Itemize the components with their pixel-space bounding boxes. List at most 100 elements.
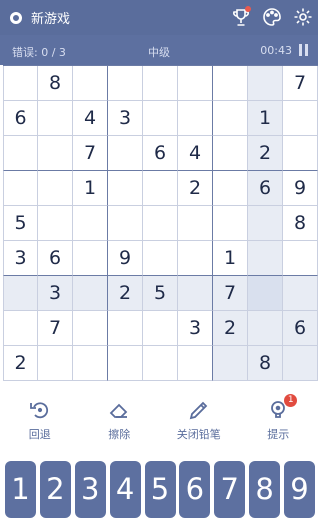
board-cell[interactable] (143, 101, 178, 136)
board-cell[interactable] (213, 136, 248, 171)
board-cell[interactable]: 9 (108, 241, 143, 276)
board-cell[interactable]: 3 (3, 241, 38, 276)
board-cell[interactable] (38, 346, 73, 381)
board-cell[interactable]: 8 (283, 206, 318, 241)
pencil-toggle-button[interactable]: 关闭铅笔 (164, 398, 234, 448)
board-cell[interactable] (143, 241, 178, 276)
gear-icon[interactable] (292, 6, 314, 28)
board-cell[interactable] (248, 311, 283, 346)
board-cell[interactable] (178, 66, 213, 101)
board-cell[interactable]: 3 (38, 276, 73, 311)
board-cell[interactable]: 4 (73, 101, 108, 136)
board-cell[interactable]: 2 (108, 276, 143, 311)
board-cell[interactable] (108, 171, 143, 206)
board-cell[interactable]: 6 (3, 101, 38, 136)
board-cell[interactable]: 3 (178, 311, 213, 346)
erase-button[interactable]: 擦除 (84, 398, 154, 448)
board-cell[interactable]: 1 (73, 171, 108, 206)
board-cell[interactable] (178, 101, 213, 136)
board-cell[interactable] (213, 206, 248, 241)
palette-icon[interactable] (261, 6, 283, 28)
number-key-4[interactable]: 4 (109, 461, 141, 518)
number-key-2[interactable]: 2 (39, 461, 71, 518)
board-cell[interactable]: 2 (213, 311, 248, 346)
board-cell[interactable] (283, 101, 318, 136)
board-cell[interactable] (143, 311, 178, 346)
board-cell[interactable] (108, 136, 143, 171)
board-cell[interactable] (178, 206, 213, 241)
board-cell[interactable] (3, 171, 38, 206)
board-cell[interactable] (108, 66, 143, 101)
board-cell[interactable] (213, 171, 248, 206)
board-cell[interactable] (108, 311, 143, 346)
pause-icon[interactable] (299, 44, 309, 56)
board-cell[interactable]: 6 (143, 136, 178, 171)
board-cell[interactable] (108, 206, 143, 241)
board-cell[interactable] (73, 206, 108, 241)
number-key-6[interactable]: 6 (179, 461, 211, 518)
board-cell[interactable]: 7 (283, 66, 318, 101)
board-cell[interactable]: 2 (248, 136, 283, 171)
board-cell[interactable]: 8 (38, 66, 73, 101)
board-cell[interactable]: 7 (73, 136, 108, 171)
board-cell[interactable] (248, 206, 283, 241)
board-cell[interactable] (3, 276, 38, 311)
number-key-5[interactable]: 5 (144, 461, 176, 518)
board-cell[interactable] (3, 136, 38, 171)
undo-label: 回退 (28, 428, 51, 441)
board-cell[interactable] (73, 276, 108, 311)
board-cell[interactable] (38, 136, 73, 171)
board-cell[interactable]: 3 (108, 101, 143, 136)
board-cell[interactable] (38, 171, 73, 206)
board-cell[interactable] (3, 66, 38, 101)
board-cell[interactable]: 7 (38, 311, 73, 346)
board-cell[interactable] (283, 276, 318, 311)
board-cell[interactable] (213, 346, 248, 381)
board-cell[interactable]: 1 (213, 241, 248, 276)
board-cell[interactable] (143, 66, 178, 101)
board-cell[interactable] (178, 276, 213, 311)
board-cell[interactable] (3, 311, 38, 346)
new-game-button[interactable]: 新游戏 (10, 8, 70, 27)
board-cell[interactable]: 6 (38, 241, 73, 276)
board-cell[interactable]: 9 (283, 171, 318, 206)
board-cell[interactable] (108, 346, 143, 381)
board-cell[interactable] (178, 241, 213, 276)
board-cell[interactable] (73, 66, 108, 101)
board-cell[interactable] (283, 346, 318, 381)
board-cell[interactable] (248, 276, 283, 311)
board-cell[interactable]: 5 (143, 276, 178, 311)
board-cell[interactable] (73, 311, 108, 346)
board-cell[interactable] (283, 241, 318, 276)
board-cell[interactable] (143, 206, 178, 241)
board-cell[interactable] (213, 66, 248, 101)
board-cell[interactable]: 4 (178, 136, 213, 171)
board-cell[interactable]: 2 (178, 171, 213, 206)
board-cell[interactable] (283, 136, 318, 171)
board-cell[interactable]: 5 (3, 206, 38, 241)
number-key-9[interactable]: 9 (284, 461, 315, 518)
board-cell[interactable] (143, 171, 178, 206)
board-cell[interactable] (38, 206, 73, 241)
number-key-7[interactable]: 7 (214, 461, 246, 518)
number-key-3[interactable]: 3 (74, 461, 106, 518)
undo-button[interactable]: 回退 (5, 398, 75, 448)
board-cell[interactable] (248, 241, 283, 276)
board-cell[interactable] (73, 346, 108, 381)
board-cell[interactable] (38, 101, 73, 136)
board-cell[interactable]: 7 (213, 276, 248, 311)
trophy-icon[interactable] (230, 6, 252, 28)
board-cell[interactable]: 2 (3, 346, 38, 381)
hint-button[interactable]: 1 提示 (243, 394, 313, 448)
board-cell[interactable]: 1 (248, 101, 283, 136)
board-cell[interactable]: 8 (248, 346, 283, 381)
number-key-8[interactable]: 8 (249, 461, 281, 518)
board-cell[interactable] (143, 346, 178, 381)
number-key-1[interactable]: 1 (5, 461, 36, 518)
board-cell[interactable] (178, 346, 213, 381)
board-cell[interactable]: 6 (248, 171, 283, 206)
board-cell[interactable] (213, 101, 248, 136)
board-cell[interactable]: 6 (283, 311, 318, 346)
board-cell[interactable] (248, 66, 283, 101)
board-cell[interactable] (73, 241, 108, 276)
